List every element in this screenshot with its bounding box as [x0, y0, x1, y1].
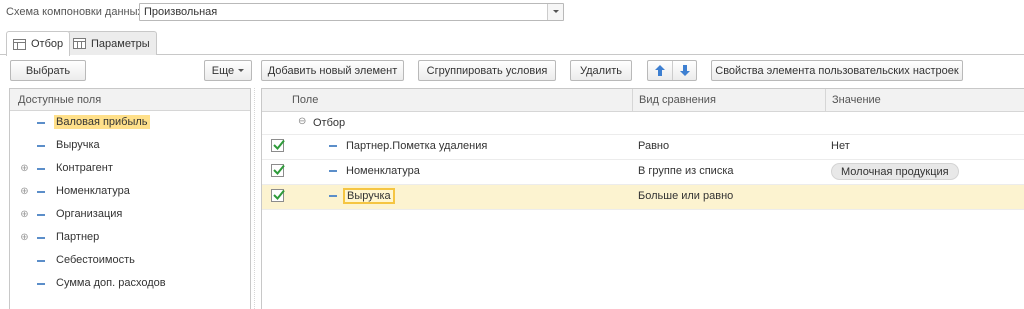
select-button-label: Выбрать — [25, 64, 71, 77]
more-button[interactable]: Еще — [204, 60, 252, 81]
schema-label: Схема компоновки данных: — [6, 6, 147, 18]
filter-icon — [13, 38, 26, 50]
add-element-label: Добавить новый элемент — [267, 64, 398, 77]
available-field-item[interactable]: Валовая прибыль — [10, 112, 250, 135]
field-icon — [329, 170, 337, 172]
available-field-item[interactable]: ⊕ Организация — [10, 204, 250, 227]
more-button-label: Еще — [211, 64, 235, 77]
expand-icon[interactable]: ⊕ — [20, 187, 29, 197]
filter-field[interactable]: Выручка — [343, 188, 395, 204]
available-field-item[interactable]: Выручка — [10, 135, 250, 158]
add-element-button[interactable]: Добавить новый элемент — [261, 60, 404, 81]
available-field-item[interactable]: ⊕ Контрагент — [10, 158, 250, 181]
filter-row[interactable]: Номенклатура В группе из списка Молочная п… — [262, 160, 1024, 185]
available-field-label: Контрагент — [56, 162, 113, 174]
select-button[interactable]: Выбрать — [10, 60, 86, 81]
tab-parameters[interactable]: Параметры — [66, 31, 157, 55]
available-fields-header: Доступные поля — [10, 89, 250, 111]
field-icon — [37, 145, 45, 147]
schema-value: Произвольная — [144, 6, 218, 18]
checkmark-icon — [273, 139, 285, 150]
available-field-label: Валовая прибыль — [54, 115, 150, 129]
checkmark-icon — [273, 164, 285, 175]
group-label: Отбор — [313, 117, 346, 129]
use-checkbox[interactable] — [271, 189, 285, 202]
expand-icon[interactable]: ⊕ — [20, 210, 29, 220]
expand-icon[interactable]: ⊕ — [20, 233, 29, 243]
filter-field[interactable]: Партнер.Пометка удаления — [346, 140, 487, 152]
element-properties-button[interactable]: Свойства элемента пользовательских настр… — [711, 60, 963, 81]
field-icon — [37, 168, 45, 170]
available-field-label: Номенклатура — [56, 185, 130, 197]
filter-field[interactable]: Номенклатура — [346, 165, 420, 177]
field-icon — [37, 260, 45, 262]
filter-value[interactable]: Нет — [831, 140, 850, 152]
available-field-label: Выручка — [56, 139, 100, 151]
move-buttons — [647, 60, 697, 81]
move-up-button[interactable] — [648, 61, 672, 80]
arrow-up-icon — [655, 65, 665, 76]
chevron-down-icon — [238, 69, 245, 72]
filter-comparison[interactable]: Равно — [638, 140, 669, 152]
available-field-item[interactable]: Себестоимость — [10, 250, 250, 273]
move-down-button[interactable] — [672, 61, 696, 80]
grid-header: Поле Вид сравнения Значение — [262, 89, 1024, 112]
collapse-icon[interactable]: ⊖ — [298, 117, 308, 127]
filter-comparison[interactable]: Больше или равно — [638, 190, 733, 202]
column-field[interactable]: Поле — [262, 89, 632, 111]
use-checkbox[interactable] — [271, 164, 285, 177]
field-icon — [37, 283, 45, 285]
available-field-label: Себестоимость — [56, 254, 135, 266]
group-conditions-button[interactable]: Сгруппировать условия — [418, 60, 556, 81]
tab-parameters-label: Параметры — [91, 37, 150, 50]
available-field-item[interactable]: ⊕ Партнер — [10, 227, 250, 250]
filter-row[interactable]: Партнер.Пометка удаления Равно Нет — [262, 135, 1024, 160]
available-field-label: Партнер — [56, 231, 100, 243]
available-field-label: Сумма доп. расходов — [56, 277, 166, 289]
element-properties-label: Свойства элемента пользовательских настр… — [715, 64, 959, 77]
available-field-item[interactable]: ⊕ Номенклатура — [10, 181, 250, 204]
available-field-label: Организация — [56, 208, 123, 220]
field-icon — [329, 145, 337, 147]
chevron-down-icon[interactable] — [547, 4, 563, 20]
column-value[interactable]: Значение — [825, 89, 1024, 111]
use-checkbox[interactable] — [271, 139, 285, 152]
field-icon — [329, 195, 337, 197]
available-field-item[interactable]: Сумма доп. расходов — [10, 273, 250, 296]
available-fields-panel: Доступные поля Валовая прибыль Выручка ⊕ Ко… — [9, 88, 251, 309]
column-comparison[interactable]: Вид сравнения — [632, 89, 825, 111]
arrow-down-icon — [679, 65, 690, 76]
delete-label: Удалить — [580, 64, 622, 77]
field-icon — [37, 214, 45, 216]
parameters-icon — [73, 38, 86, 49]
filter-comparison[interactable]: В группе из списка — [638, 165, 734, 177]
expand-icon[interactable]: ⊕ — [20, 164, 29, 174]
delete-button[interactable]: Удалить — [570, 60, 632, 81]
group-row[interactable]: ⊖ Отбор — [262, 112, 1024, 135]
field-icon — [37, 191, 45, 193]
field-icon — [37, 237, 45, 239]
schema-select[interactable]: Произвольная — [139, 3, 564, 21]
checkmark-icon — [273, 189, 285, 200]
tab-filter[interactable]: Отбор — [6, 31, 71, 56]
filter-value-pill[interactable]: Молочная продукция — [831, 163, 959, 180]
filter-row[interactable]: Выручка Больше или равно — [262, 185, 1024, 210]
field-icon — [37, 122, 45, 124]
group-conditions-label: Сгруппировать условия — [426, 64, 548, 77]
tab-filter-label: Отбор — [31, 38, 64, 50]
filter-grid: Поле Вид сравнения Значение ⊖ Отбор Парт… — [261, 88, 1024, 309]
panel-splitter[interactable] — [254, 88, 258, 309]
